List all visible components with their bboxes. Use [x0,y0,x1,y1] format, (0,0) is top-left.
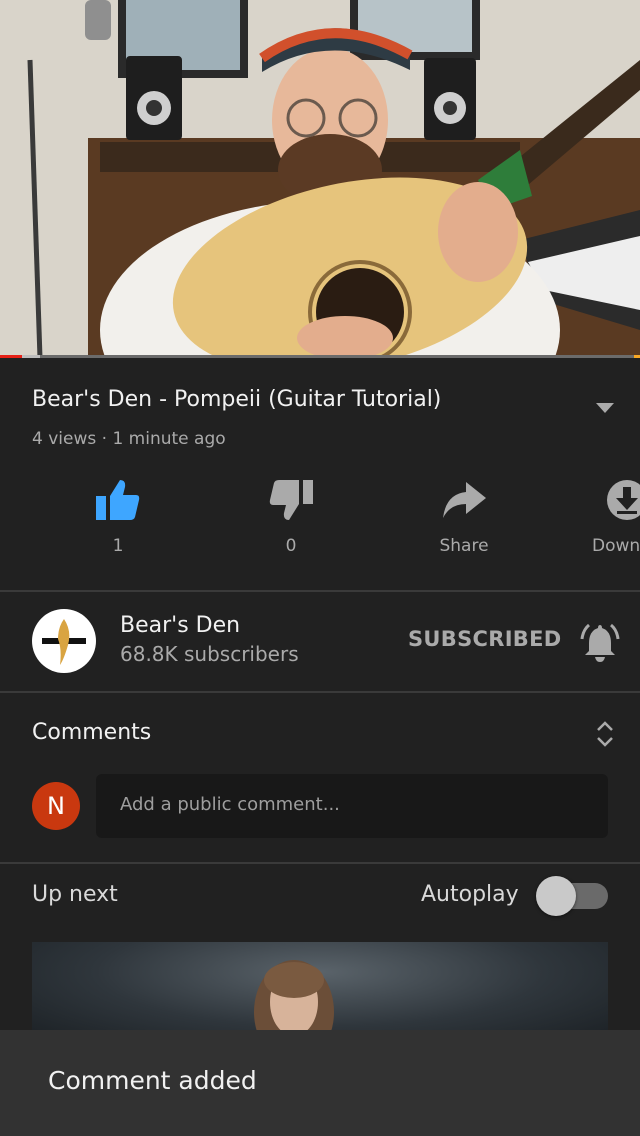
download-label: Down [592,536,640,556]
subscribed-button[interactable]: SUBSCRIBED [408,627,562,651]
download-icon [607,480,640,520]
channel-logo-icon [42,619,86,665]
like-button[interactable]: 1 [58,478,178,556]
expand-comments-icon[interactable] [594,718,616,750]
snackbar-message: Comment added [48,1066,257,1095]
snackbar: Comment added [0,1030,640,1136]
dislike-count: 0 [285,536,297,556]
share-button[interactable]: Share [404,478,524,556]
autoplay-label: Autoplay [421,882,519,907]
share-icon [443,482,486,518]
share-label: Share [439,536,489,556]
expand-description-icon[interactable] [594,400,616,414]
view-count: 4 views [32,429,97,449]
video-player[interactable] [0,0,640,358]
video-progress-bar[interactable] [0,355,640,358]
channel-name[interactable]: Bear's Den [120,613,240,638]
like-count: 1 [112,536,124,556]
dislike-button[interactable]: 0 [231,478,351,556]
toggle-knob [536,876,576,916]
notification-bell-icon[interactable] [578,619,622,663]
progress-marker [634,355,640,358]
download-button[interactable]: Down [570,478,640,556]
progress-played [0,355,23,358]
channel-avatar[interactable] [32,609,96,673]
video-title: Bear's Den - Pompeii (Guitar Tutorial) [32,387,442,412]
divider [0,691,640,693]
thumbs-up-icon [96,480,140,520]
thumbnail-image [254,960,334,1042]
user-avatar: N [32,782,80,830]
up-next-title: Up next [32,882,118,907]
divider [0,862,640,864]
comments-title[interactable]: Comments [32,720,151,745]
divider [0,590,640,592]
video-frame [0,0,640,358]
comment-input[interactable]: Add a public comment... [96,774,608,838]
next-video-thumbnail[interactable] [32,942,608,1042]
subscriber-count: 68.8K subscribers [120,642,299,666]
video-meta: 4 views · 1 minute ago [32,429,226,449]
autoplay-toggle[interactable] [536,874,608,918]
upload-age: 1 minute ago [112,429,226,449]
comment-placeholder: Add a public comment... [120,794,340,815]
meta-separator: · [96,429,113,449]
progress-buffered [22,355,40,358]
thumbs-down-icon [269,480,313,520]
